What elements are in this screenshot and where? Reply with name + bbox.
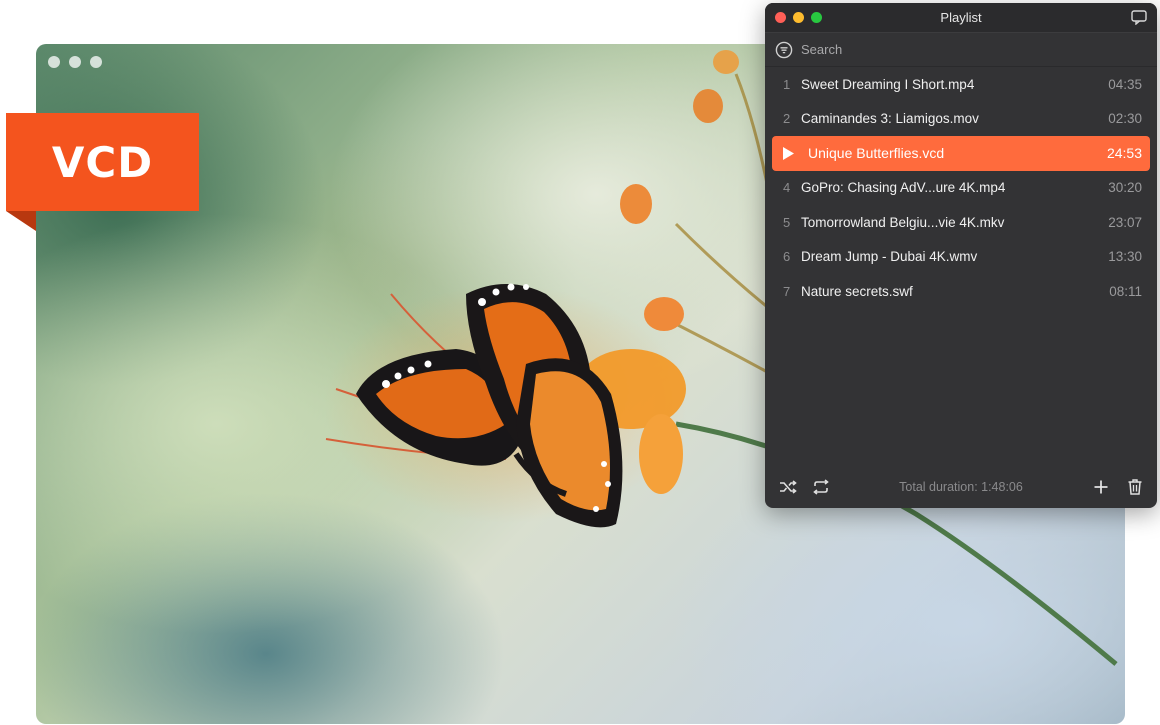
playlist-item[interactable]: 4 GoPro: Chasing AdV...ure 4K.mp4 30:20 (772, 171, 1150, 206)
item-number: 5 (783, 214, 791, 230)
item-name: GoPro: Chasing AdV...ure 4K.mp4 (801, 180, 1006, 196)
playlist-item[interactable]: 7 Nature secrets.swf 08:11 (772, 274, 1150, 309)
item-number: 1 (783, 76, 791, 92)
playlist-item[interactable]: 1 Sweet Dreaming I Short.mp4 04:35 (772, 67, 1150, 102)
chat-bubble-icon[interactable] (1131, 10, 1147, 25)
playlist-item-playing[interactable]: Unique Butterflies.vcd 24:53 (772, 136, 1150, 171)
item-duration: 23:07 (1108, 214, 1142, 230)
playlist-item[interactable]: 6 Dream Jump - Dubai 4K.wmv 13:30 (772, 240, 1150, 275)
trash-icon[interactable] (1125, 477, 1145, 497)
player-zoom-dot[interactable] (90, 56, 102, 68)
playlist-title: Playlist (940, 10, 982, 25)
playlist-footer: Total duration: 1:48:06 (765, 466, 1157, 508)
item-name: Dream Jump - Dubai 4K.wmv (801, 249, 978, 265)
item-name: Unique Butterflies.vcd (808, 145, 945, 162)
search-input[interactable]: Search (801, 42, 842, 57)
playlist-list: 1 Sweet Dreaming I Short.mp4 04:35 2 Cam… (765, 67, 1157, 309)
format-badge-fold (6, 211, 36, 231)
playlist-zoom-button[interactable] (811, 12, 822, 23)
player-minimize-dot[interactable] (69, 56, 81, 68)
playlist-minimize-button[interactable] (793, 12, 804, 23)
item-duration: 08:11 (1109, 283, 1142, 299)
format-badge: VCD (6, 113, 199, 211)
item-number: 6 (783, 249, 791, 265)
item-number: 7 (783, 283, 791, 299)
player-window-controls (48, 56, 102, 68)
play-icon (772, 146, 801, 160)
playlist-item[interactable]: 2 Caminandes 3: Liamigos.mov 02:30 (772, 102, 1150, 137)
item-name: Caminandes 3: Liamigos.mov (801, 111, 979, 127)
item-duration: 04:35 (1108, 76, 1142, 92)
item-duration: 24:53 (1106, 145, 1142, 162)
item-name: Nature secrets.swf (801, 283, 913, 299)
item-number: 4 (783, 180, 791, 196)
playlist-window-controls (775, 12, 822, 23)
filter-search-icon (775, 41, 793, 58)
item-duration: 13:30 (1108, 249, 1142, 265)
item-number: 2 (783, 111, 791, 127)
item-duration: 30:20 (1108, 180, 1142, 196)
playlist-item[interactable]: 5 Tomorrowland Belgiu...vie 4K.mkv 23:07 (772, 205, 1150, 240)
format-badge-label: VCD (51, 137, 154, 187)
playlist-search[interactable]: Search (765, 32, 1157, 67)
item-duration: 02:30 (1108, 111, 1142, 127)
plus-icon[interactable] (1091, 477, 1111, 497)
playlist-titlebar: Playlist (765, 3, 1157, 32)
playlist-panel: Playlist Search 1 Sweet Dreaming I Short… (765, 3, 1157, 508)
player-close-dot[interactable] (48, 56, 60, 68)
playlist-close-button[interactable] (775, 12, 786, 23)
item-name: Tomorrowland Belgiu...vie 4K.mkv (801, 214, 1005, 230)
item-name: Sweet Dreaming I Short.mp4 (801, 76, 975, 92)
